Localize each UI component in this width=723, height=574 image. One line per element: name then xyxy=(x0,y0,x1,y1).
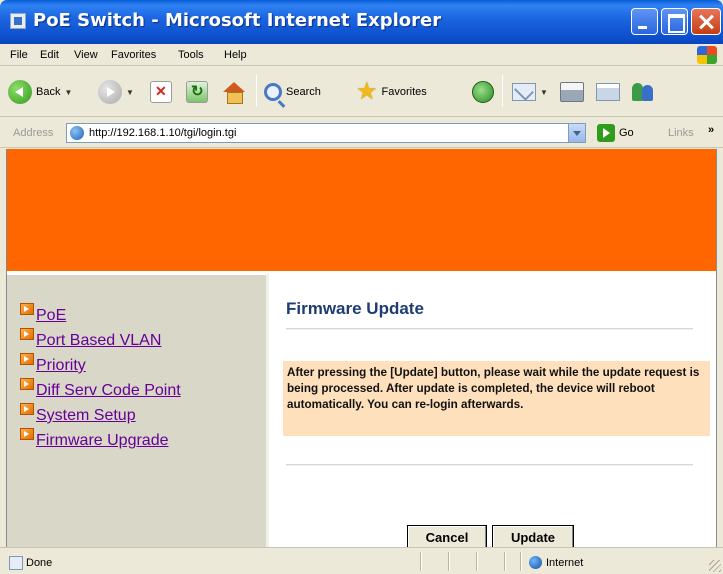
security-zone: Internet xyxy=(529,556,583,569)
mail-icon xyxy=(512,83,536,101)
address-dropdown-icon[interactable] xyxy=(568,124,585,142)
arrow-bullet-icon xyxy=(20,403,34,415)
nav-item-firmware-upgrade[interactable]: Firmware Upgrade xyxy=(20,428,168,450)
forward-dropdown-icon[interactable]: ▼ xyxy=(126,88,134,97)
search-button[interactable]: Search xyxy=(264,79,321,105)
printer-icon xyxy=(560,82,584,102)
toolbar-separator xyxy=(256,75,257,107)
messenger-icon xyxy=(630,81,656,103)
ie-app-icon xyxy=(10,13,26,29)
search-icon xyxy=(264,83,282,101)
mail-dropdown-icon[interactable]: ▼ xyxy=(540,88,548,97)
nav-link-label[interactable]: Priority xyxy=(36,357,86,375)
minimize-button[interactable] xyxy=(631,8,658,35)
status-divider xyxy=(504,552,506,571)
print-button[interactable] xyxy=(560,79,584,105)
internet-globe-icon xyxy=(529,556,542,569)
nav-item-system-setup[interactable]: System Setup xyxy=(20,403,136,425)
zone-text: Internet xyxy=(546,556,584,569)
arrow-bullet-icon xyxy=(20,328,34,340)
windows-flag-icon xyxy=(697,46,717,64)
update-button[interactable]: Update xyxy=(492,525,574,549)
address-bar: Address http://192.168.1.10/tgi/login.tg… xyxy=(0,118,723,148)
menu-tools[interactable]: Tools xyxy=(178,49,204,61)
page-done-icon xyxy=(9,556,23,570)
resize-grip-icon[interactable] xyxy=(709,560,721,572)
search-label: Search xyxy=(286,86,321,98)
menu-file[interactable]: File xyxy=(10,49,28,61)
maximize-button[interactable] xyxy=(661,8,688,35)
status-bar: Done Internet xyxy=(0,547,723,574)
address-url: http://192.168.1.10/tgi/login.tgi xyxy=(89,127,237,139)
go-button[interactable]: Go xyxy=(597,124,634,142)
arrow-bullet-icon xyxy=(20,428,34,440)
window-title-bar: PoE Switch - Microsoft Internet Explorer xyxy=(0,0,723,44)
browser-viewport: PoE Port Based VLAN Priority Diff Serv C… xyxy=(6,149,717,549)
divider xyxy=(286,464,693,466)
update-notice: After pressing the [Update] button, plea… xyxy=(283,361,710,436)
nav-link-label[interactable]: Firmware Upgrade xyxy=(36,432,168,450)
status-divider xyxy=(420,552,422,571)
arrow-bullet-icon xyxy=(20,378,34,390)
favorites-star-icon: ★ xyxy=(356,78,378,105)
favorites-button[interactable]: ★ Favorites xyxy=(356,79,427,105)
edit-page-icon xyxy=(596,83,620,101)
nav-item-diff-serv-code-point[interactable]: Diff Serv Code Point xyxy=(20,378,181,400)
messenger-button[interactable] xyxy=(630,79,656,105)
back-arrow-icon xyxy=(8,80,32,104)
back-dropdown-icon[interactable]: ▼ xyxy=(64,88,72,97)
status-divider xyxy=(476,552,478,571)
mail-button[interactable]: ▼ xyxy=(512,79,548,105)
address-input[interactable]: http://192.168.1.10/tgi/login.tgi xyxy=(66,123,586,143)
media-icon xyxy=(472,81,494,103)
address-label: Address xyxy=(13,127,54,139)
cancel-button[interactable]: Cancel xyxy=(407,525,487,549)
window-title: PoE Switch - Microsoft Internet Explorer xyxy=(33,10,442,31)
go-label: Go xyxy=(619,127,634,139)
arrow-bullet-icon xyxy=(20,353,34,365)
back-button[interactable]: Back ▼ xyxy=(8,79,72,105)
nav-link-label[interactable]: System Setup xyxy=(36,407,136,425)
menu-favorites[interactable]: Favorites xyxy=(111,49,156,61)
page-icon xyxy=(70,126,84,140)
forward-button[interactable]: ▼ xyxy=(98,79,134,105)
status-divider xyxy=(520,552,522,571)
status-text-area: Done xyxy=(9,556,52,570)
arrow-bullet-icon xyxy=(20,303,34,315)
close-button[interactable] xyxy=(691,8,721,35)
refresh-button[interactable] xyxy=(186,79,208,105)
stop-icon xyxy=(150,81,172,103)
divider xyxy=(286,328,693,330)
status-divider xyxy=(448,552,450,571)
main-frame: Firmware Update After pressing the [Upda… xyxy=(271,273,716,549)
toolbar-separator xyxy=(502,75,503,107)
nav-item-priority[interactable]: Priority xyxy=(20,353,86,375)
go-arrow-icon xyxy=(597,124,615,142)
home-icon xyxy=(222,81,246,104)
favorites-label: Favorites xyxy=(381,86,427,98)
links-button[interactable]: Links xyxy=(668,127,694,139)
page-title: Firmware Update xyxy=(286,299,424,318)
nav-link-label[interactable]: Port Based VLAN xyxy=(36,332,161,350)
media-button[interactable] xyxy=(472,79,494,105)
stop-button[interactable] xyxy=(150,79,172,105)
back-label: Back xyxy=(36,86,61,98)
standard-toolbar: Back ▼ ▼ Search ★ Favorites ▼ xyxy=(0,67,723,117)
status-text: Done xyxy=(26,557,53,569)
nav-link-label[interactable]: Diff Serv Code Point xyxy=(36,382,181,400)
nav-link-label[interactable]: PoE xyxy=(36,307,66,325)
refresh-icon xyxy=(186,81,208,103)
edit-button[interactable] xyxy=(596,79,620,105)
menu-view[interactable]: View xyxy=(74,49,98,61)
header-banner xyxy=(7,149,716,271)
nav-item-port-based-vlan[interactable]: Port Based VLAN xyxy=(20,328,161,350)
links-chevron-icon[interactable]: » xyxy=(708,124,714,136)
menu-edit[interactable]: Edit xyxy=(40,49,59,61)
forward-arrow-icon xyxy=(98,80,122,104)
menu-help[interactable]: Help xyxy=(224,49,247,61)
home-button[interactable] xyxy=(222,79,246,105)
nav-item-poe[interactable]: PoE xyxy=(20,303,66,325)
menu-bar: File Edit View Favorites Tools Help xyxy=(0,44,723,66)
nav-frame: PoE Port Based VLAN Priority Diff Serv C… xyxy=(7,273,269,547)
